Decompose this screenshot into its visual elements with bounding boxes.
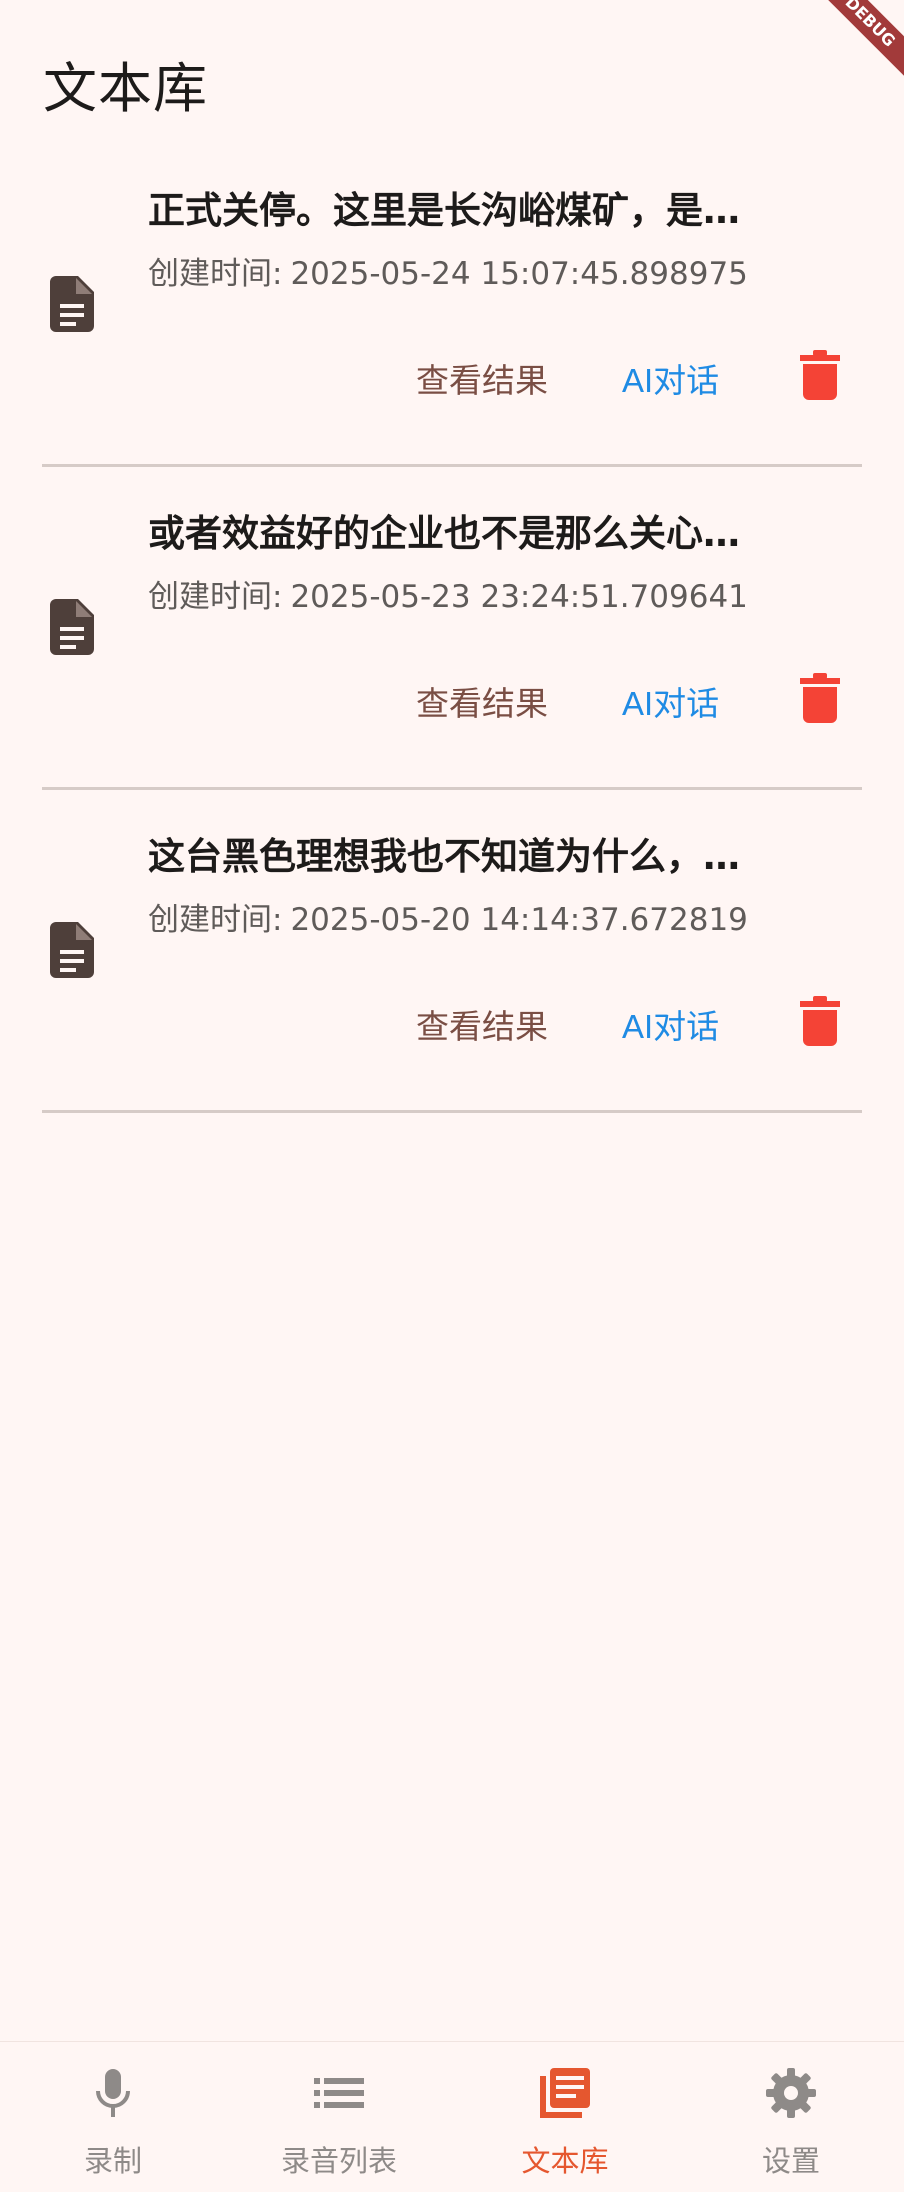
microphone-icon — [96, 2069, 130, 2117]
ai-chat-button[interactable]: AI对话 — [622, 997, 719, 1057]
view-result-button[interactable]: 查看结果 — [416, 997, 548, 1057]
created-label: 创建时间: — [148, 256, 283, 292]
document-icon — [50, 922, 94, 978]
document-actions: 查看结果 AI对话 — [372, 673, 862, 734]
trash-icon — [800, 350, 840, 400]
delete-button[interactable] — [798, 673, 842, 733]
ai-chat-button[interactable]: AI对话 — [622, 674, 719, 734]
document-list: 正式关停。这里是长沟峪煤矿，是… 创建时间: 2025-05-24 15:07:4… — [42, 146, 862, 1115]
debug-banner-label: DEBUG — [810, 0, 904, 82]
document-icon — [50, 276, 94, 332]
document-actions: 查看结果 AI对话 — [372, 350, 862, 411]
view-result-button[interactable]: 查看结果 — [416, 674, 548, 734]
created-timestamp: 2025-05-24 15:07:45.898975 — [290, 256, 748, 292]
delete-button[interactable] — [798, 350, 842, 410]
tab-library[interactable]: 文本库 — [452, 2042, 678, 2192]
tab-recordings-label: 录音列表 — [280, 2144, 397, 2178]
tab-settings[interactable]: 设置 — [678, 2042, 904, 2192]
bottom-navigation: 录制 录音列表 文本库 设置 — [0, 2041, 904, 2192]
debug-banner: DEBUG — [784, 0, 904, 120]
list-item[interactable]: 或者效益好的企业也不是那么关心… 创建时间: 2025-05-23 23:24:5… — [42, 469, 862, 790]
list-icon — [314, 2078, 364, 2108]
view-result-button[interactable]: 查看结果 — [416, 351, 548, 411]
tab-settings-label: 设置 — [761, 2144, 820, 2178]
created-label: 创建时间: — [148, 902, 283, 938]
created-time: 创建时间: 2025-05-24 15:07:45.898975 — [148, 248, 748, 293]
document-actions: 查看结果 AI对话 — [372, 996, 862, 1057]
list-item[interactable]: 这台黑色理想我也不知道为什么，… 创建时间: 2025-05-20 14:14:3… — [42, 792, 862, 1113]
tab-record-label: 录制 — [83, 2144, 142, 2178]
list-item[interactable]: 正式关停。这里是长沟峪煤矿，是… 创建时间: 2025-05-24 15:07:4… — [42, 146, 862, 467]
page-title: 文本库 — [43, 57, 208, 120]
gear-icon — [766, 2068, 816, 2118]
library-icon — [540, 2068, 590, 2118]
trash-icon — [800, 996, 840, 1046]
document-title: 或者效益好的企业也不是那么关心… — [148, 512, 740, 555]
created-timestamp: 2025-05-20 14:14:37.672819 — [290, 902, 748, 938]
document-title: 正式关停。这里是长沟峪煤矿，是… — [148, 189, 740, 232]
created-time: 创建时间: 2025-05-20 14:14:37.672819 — [148, 894, 748, 939]
created-time: 创建时间: 2025-05-23 23:24:51.709641 — [148, 571, 748, 616]
tab-library-label: 文本库 — [521, 2144, 609, 2178]
delete-button[interactable] — [798, 996, 842, 1056]
trash-icon — [800, 673, 840, 723]
document-icon — [50, 599, 94, 655]
tab-record[interactable]: 录制 — [0, 2042, 226, 2192]
document-title: 这台黑色理想我也不知道为什么，… — [148, 835, 740, 878]
created-timestamp: 2025-05-23 23:24:51.709641 — [290, 579, 748, 615]
created-label: 创建时间: — [148, 579, 283, 615]
tab-recordings[interactable]: 录音列表 — [226, 2042, 452, 2192]
ai-chat-button[interactable]: AI对话 — [622, 351, 719, 411]
